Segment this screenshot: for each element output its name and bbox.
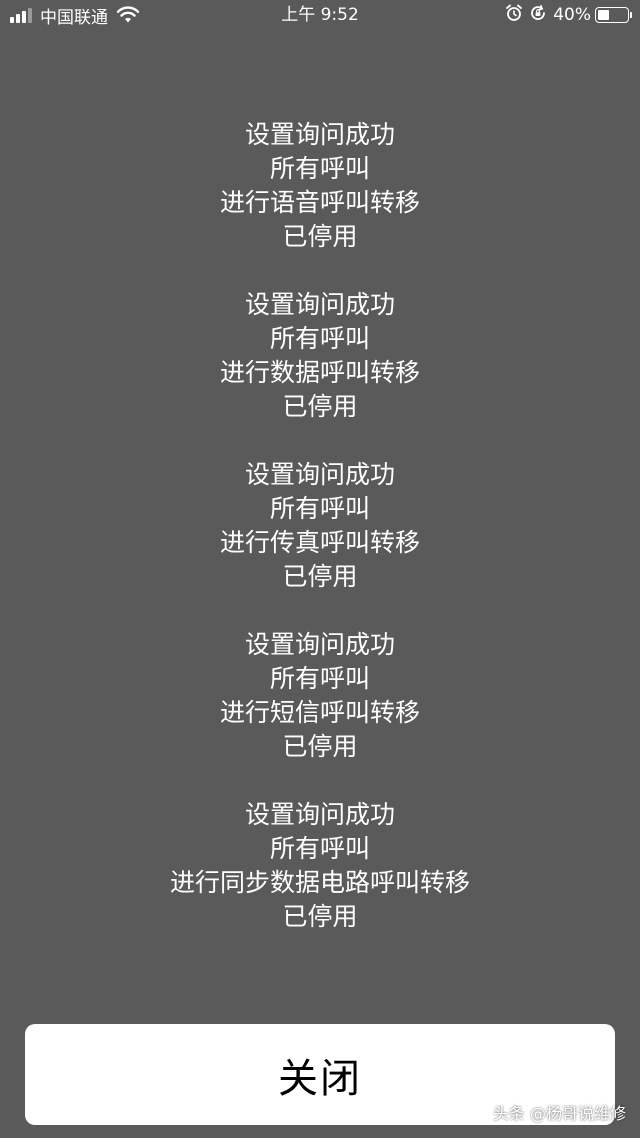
message-line: 进行同步数据电路呼叫转移	[169, 868, 470, 897]
message-line: 所有呼叫	[269, 154, 370, 183]
message-line: 所有呼叫	[269, 834, 370, 863]
message-line: 已停用	[282, 902, 358, 931]
message-line: 已停用	[282, 732, 358, 761]
message-group: 设置询问成功 所有呼叫进行语音呼叫转移 已停用	[0, 118, 640, 254]
message-line: 已停用	[282, 392, 358, 421]
alarm-icon	[505, 4, 523, 26]
result-message: 设置询问成功 所有呼叫 进行语音呼叫转移 已停用 设置询问成功 所有呼叫 进行数据呼叫转移已…	[0, 118, 640, 968]
message-line: 设置询问成功	[244, 800, 395, 829]
message-group: 设置询问成功 所有呼叫进行数据呼叫转移 已停用	[0, 288, 640, 424]
battery-level-fill	[598, 10, 609, 20]
message-line: 设置询问成功	[244, 630, 395, 659]
battery-tip	[630, 12, 632, 18]
battery-icon	[595, 7, 629, 23]
status-bar: 中国联通 上午 9:52 40%	[0, 0, 640, 32]
rotation-lock-icon	[529, 4, 547, 26]
message-line: 进行语音呼叫转移	[219, 188, 420, 217]
message-line: 设置询问成功	[244, 290, 395, 319]
message-line: 进行短信呼叫转移	[219, 698, 420, 727]
status-right: 40%	[505, 4, 632, 26]
message-line: 所有呼叫	[269, 494, 370, 523]
message-line: 所有呼叫	[269, 324, 370, 353]
message-group: 设置询问成功 所有呼叫进行同步数据电路呼叫转移 已停用	[0, 798, 640, 934]
message-line: 已停用	[282, 562, 358, 591]
message-line: 进行数据呼叫转移	[219, 358, 420, 387]
watermark: 头条 @杨哥说维修	[492, 1104, 626, 1123]
message-group: 设置询问成功 所有呼叫进行短信呼叫转移 已停用	[0, 628, 640, 764]
message-group: 设置询问成功 所有呼叫进行传真呼叫转移 已停用	[0, 458, 640, 594]
message-line: 进行传真呼叫转移	[219, 528, 420, 557]
message-line: 设置询问成功	[244, 120, 395, 149]
message-line: 设置询问成功	[244, 460, 395, 489]
message-line: 所有呼叫	[269, 664, 370, 693]
battery-percentage: 40%	[553, 5, 591, 25]
message-line: 已停用	[282, 222, 358, 251]
